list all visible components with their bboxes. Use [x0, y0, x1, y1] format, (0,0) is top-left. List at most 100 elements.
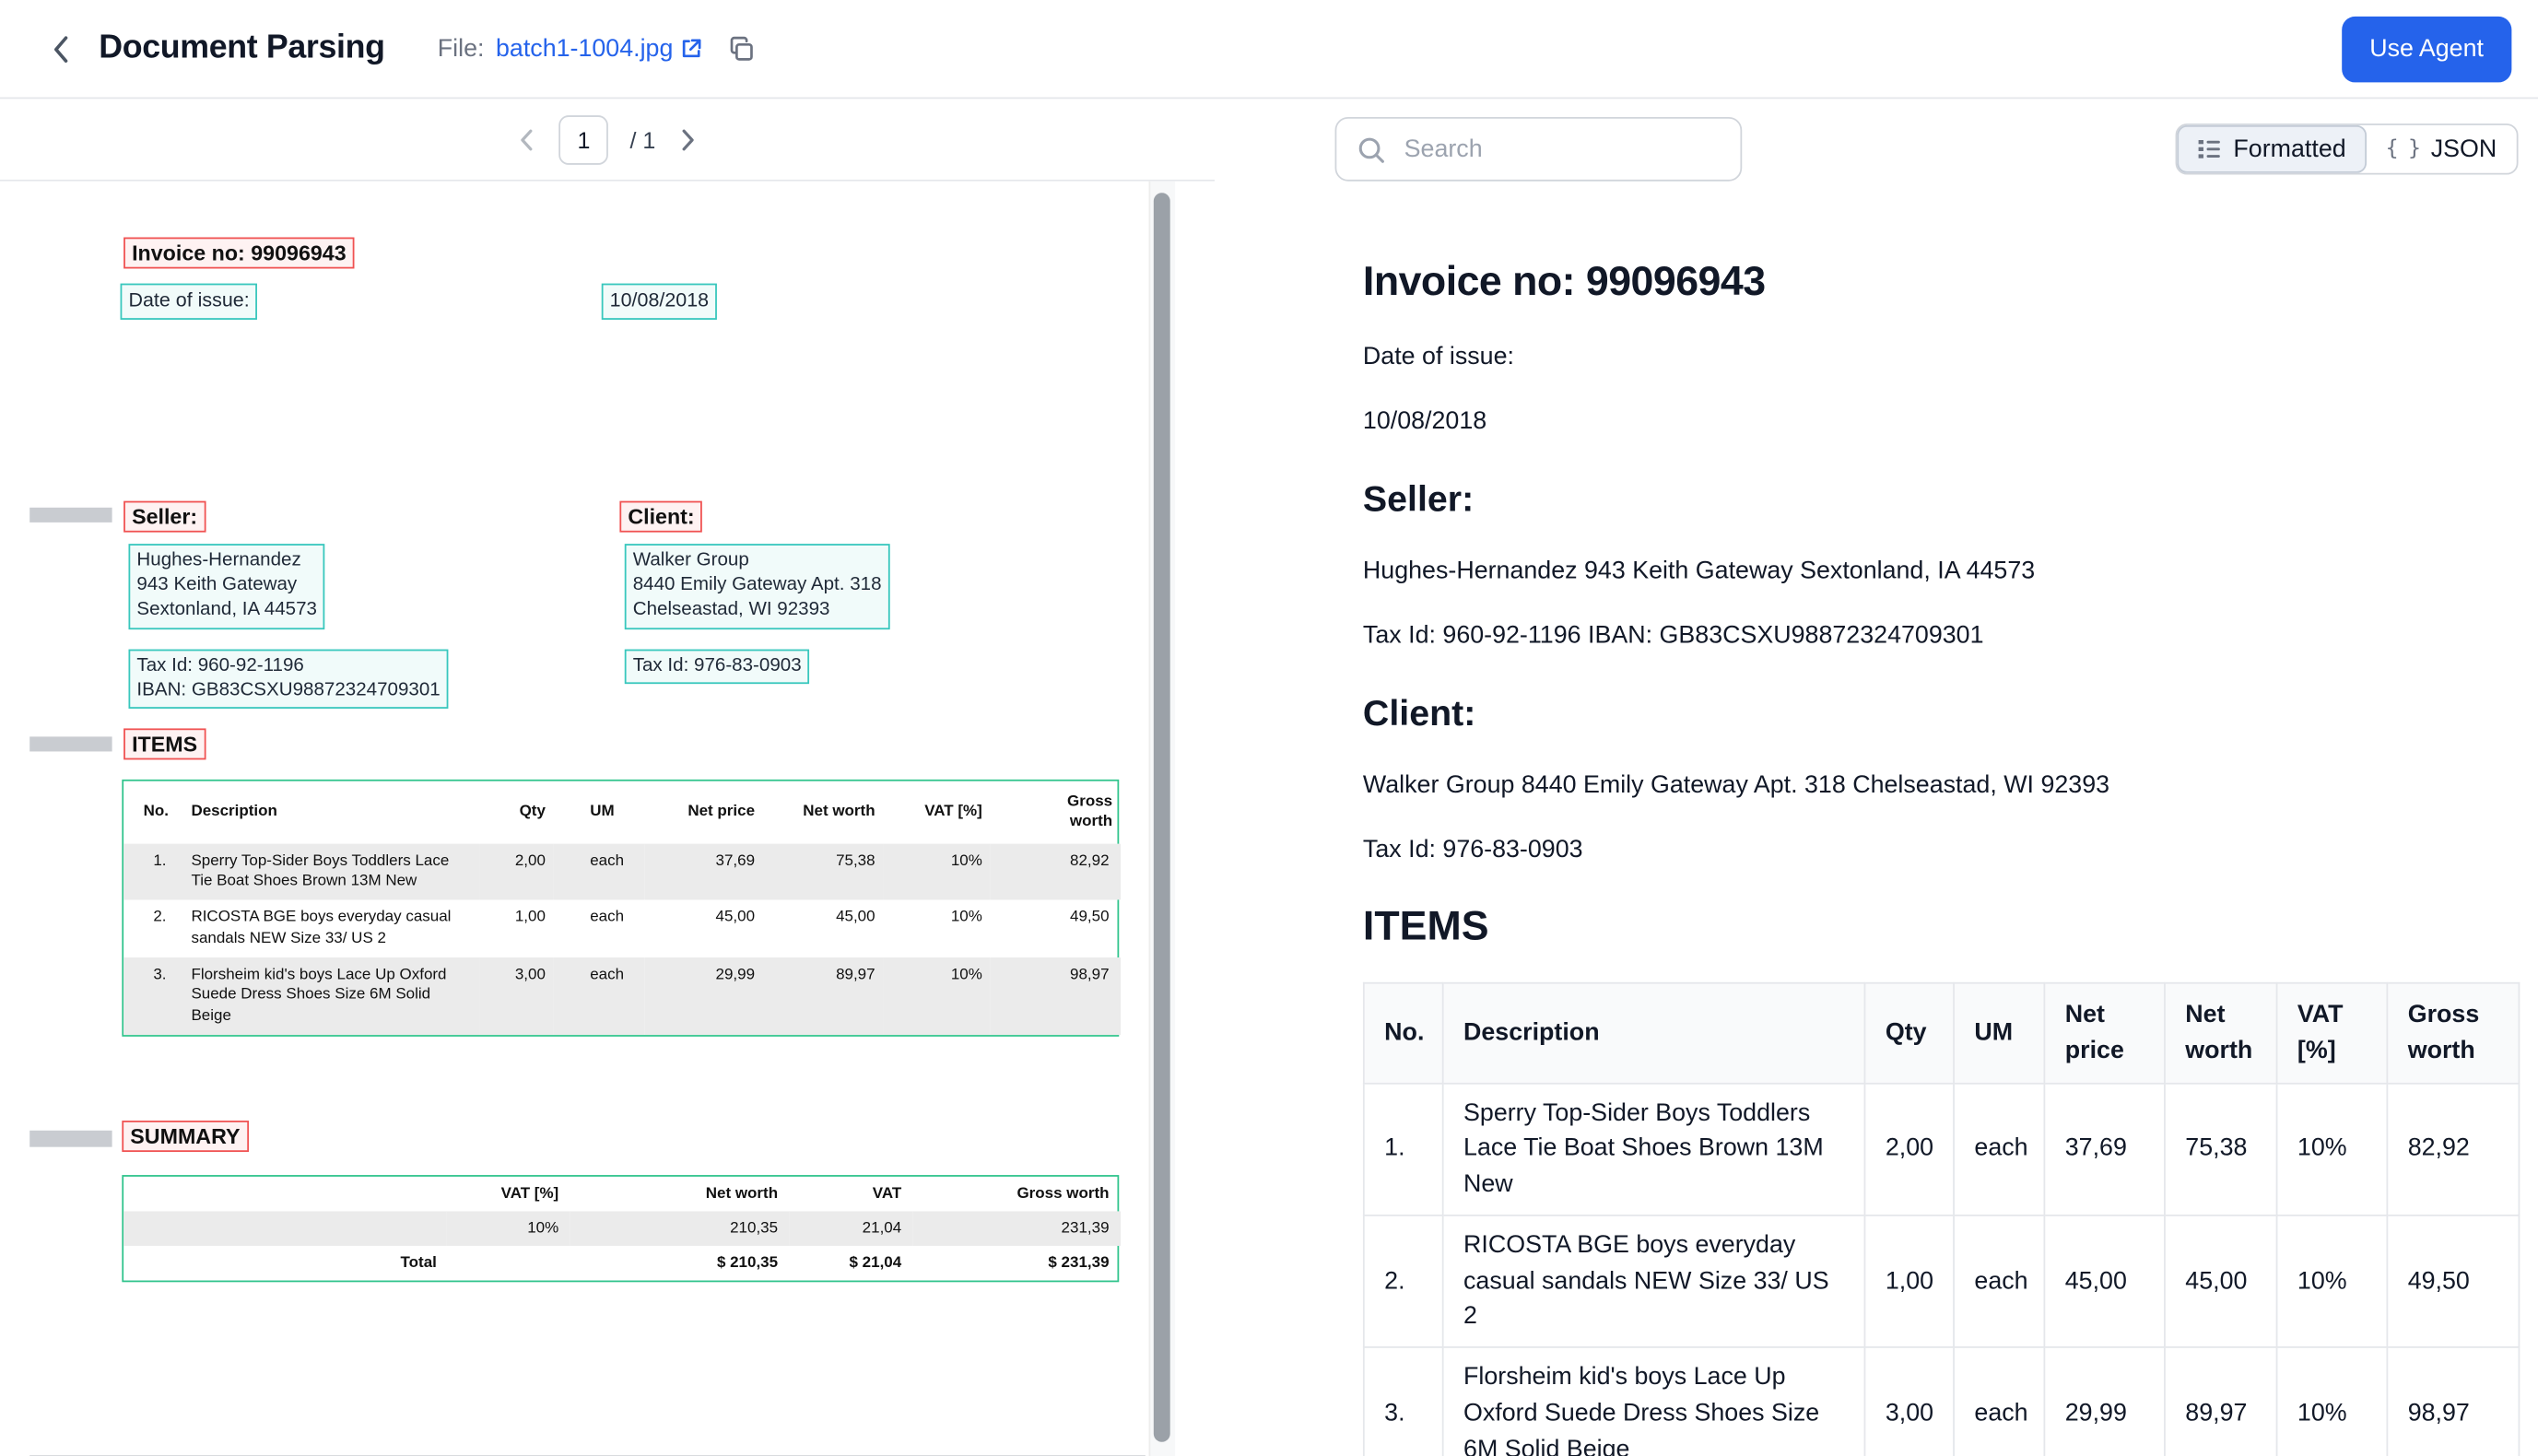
result-client-heading: Client: — [1363, 692, 2519, 734]
result-pane: Formatted { } JSON Invoice no: 99096943 … — [1215, 99, 2538, 1456]
search-icon — [1357, 135, 1386, 164]
cell: 10% — [2277, 1215, 2388, 1347]
cell: $ 21,04 — [790, 1246, 913, 1281]
back-button[interactable] — [40, 28, 82, 70]
logo-placeholder-bar — [29, 1131, 112, 1147]
cell: 3. — [123, 957, 182, 1035]
file-label: File: — [438, 35, 485, 63]
header-cell: Qty — [1864, 983, 1954, 1083]
result-items-table: No. Description Qty UM Net price Net wor… — [1363, 982, 2520, 1456]
cell: 45,00 — [644, 900, 763, 957]
header-cell: Net worth — [2165, 983, 2277, 1083]
seller-address-line: Sextonland, IA 44573 — [136, 599, 317, 624]
seller-tax-line: IBAN: GB83CSXU98872324709301 — [136, 679, 440, 704]
page-title: Document Parsing — [99, 29, 384, 67]
cell: 37,69 — [2044, 1083, 2165, 1215]
doc-summary-table: VAT [%] Net worth VAT Gross worth 10% 21… — [122, 1175, 1119, 1282]
annotation-invoice-no: Invoice no: 99096943 — [123, 238, 355, 269]
header-cell: No. — [123, 781, 182, 844]
header-cell: UM — [1954, 983, 2044, 1083]
cell: each — [554, 900, 644, 957]
table-header-row: No. Description Qty UM Net price Net wor… — [1364, 983, 2520, 1083]
tab-json[interactable]: { } JSON — [2366, 125, 2517, 173]
header-cell: Net worth — [763, 781, 884, 844]
cell: Sperry Top-Sider Boys Toddlers Lace Tie … — [183, 843, 480, 900]
cell: 82,92 — [2387, 1083, 2519, 1215]
table-row: 3. Florsheim kid's boys Lace Up Oxford S… — [1364, 1347, 2520, 1456]
annotation-client-label: Client: — [619, 501, 702, 533]
header-cell: Qty — [479, 781, 553, 844]
annotation-seller-label: Seller: — [123, 501, 206, 533]
cell — [447, 1246, 570, 1281]
header-cell: VAT [%] — [447, 1177, 570, 1212]
use-agent-button[interactable]: Use Agent — [2342, 16, 2512, 82]
header-cell: VAT [%] — [2277, 983, 2388, 1083]
search-box — [1335, 117, 1743, 182]
cell: 10% — [884, 843, 991, 900]
seller-tax-line: Tax Id: 960-92-1196 — [136, 654, 440, 679]
annotation-date-label: Date of issue: — [121, 284, 258, 320]
cell: $ 231,39 — [913, 1246, 1121, 1281]
cell: 2,00 — [1864, 1083, 1954, 1215]
cell: RICOSTA BGE boys everyday casual sandals… — [183, 900, 480, 957]
seller-address-line: Hughes-Hernandez — [136, 549, 317, 574]
cell: Florsheim kid's boys Lace Up Oxford Sued… — [183, 957, 480, 1035]
page-number-box[interactable]: 1 — [559, 114, 609, 164]
scrollbar-thumb[interactable] — [1154, 193, 1170, 1442]
table-row: 2. RICOSTA BGE boys everyday casual sand… — [1364, 1215, 2520, 1347]
cell: 231,39 — [913, 1211, 1121, 1246]
page-navigation: 1 / 1 — [0, 99, 1215, 181]
cell: Sperry Top-Sider Boys Toddlers Lace Tie … — [1443, 1083, 1865, 1215]
chevron-right-icon — [680, 128, 695, 151]
cell: each — [1954, 1347, 2044, 1456]
scrollbar-track[interactable] — [1148, 182, 1175, 1456]
file-link[interactable]: batch1-1004.jpg — [496, 35, 703, 63]
cell: 3,00 — [479, 957, 553, 1035]
cell: 82,92 — [991, 843, 1121, 900]
next-page-button[interactable] — [677, 124, 699, 154]
cell: 49,50 — [2387, 1215, 2519, 1347]
cell: 10% — [2277, 1347, 2388, 1456]
cell: 10% — [884, 900, 991, 957]
header-cell: No. — [1364, 983, 1443, 1083]
page-total: / 1 — [629, 126, 655, 153]
cell: Total — [123, 1246, 447, 1281]
header-cell: UM — [554, 781, 644, 844]
cell: 45,00 — [2044, 1215, 2165, 1347]
table-row: 2. RICOSTA BGE boys everyday casual sand… — [123, 900, 1121, 957]
table-row: 3. Florsheim kid's boys Lace Up Oxford S… — [123, 957, 1121, 1035]
cell: 75,38 — [2165, 1083, 2277, 1215]
main-area: 1 / 1 Invoice no: 99096943 Date of issue… — [0, 99, 2538, 1456]
cell: 98,97 — [991, 957, 1121, 1035]
result-date-label: Date of issue: — [1363, 343, 2519, 370]
cell: 75,38 — [763, 843, 884, 900]
cell: each — [1954, 1215, 2044, 1347]
result-toolbar: Formatted { } JSON — [1335, 117, 2519, 182]
parsed-content: Invoice no: 99096943 Date of issue: 10/0… — [1363, 259, 2519, 1456]
previous-page-button[interactable] — [516, 124, 537, 154]
result-seller-heading: Seller: — [1363, 478, 2519, 521]
cell: 49,50 — [991, 900, 1121, 957]
header-cell: Net price — [644, 781, 763, 844]
formatted-icon — [2197, 136, 2222, 161]
cell: 45,00 — [763, 900, 884, 957]
annotation-client-tax: Tax Id: 976-83-0903 — [625, 650, 810, 685]
table-row: 10% 210,35 21,04 231,39 — [123, 1211, 1121, 1246]
copy-button[interactable] — [729, 35, 756, 62]
table-row: 1. Sperry Top-Sider Boys Toddlers Lace T… — [123, 843, 1121, 900]
annotation-seller-tax: Tax Id: 960-92-1196 IBAN: GB83CSXU988723… — [128, 650, 448, 710]
header-cell — [123, 1177, 447, 1212]
file-name: batch1-1004.jpg — [496, 35, 673, 63]
header-cell: Description — [183, 781, 480, 844]
cell: 3. — [1364, 1347, 1443, 1456]
json-icon: { } — [2386, 136, 2420, 161]
cell: 10% — [447, 1211, 570, 1246]
annotation-date-value: 10/08/2018 — [602, 284, 717, 320]
cell: each — [554, 843, 644, 900]
tab-formatted[interactable]: Formatted — [2178, 125, 2367, 173]
cell: 3,00 — [1864, 1347, 1954, 1456]
chevron-left-icon — [520, 128, 535, 151]
doc-items-table: No. Description Qty UM Net price Net wor… — [122, 780, 1119, 1037]
search-input[interactable] — [1401, 134, 1724, 165]
cell: 29,99 — [644, 957, 763, 1035]
